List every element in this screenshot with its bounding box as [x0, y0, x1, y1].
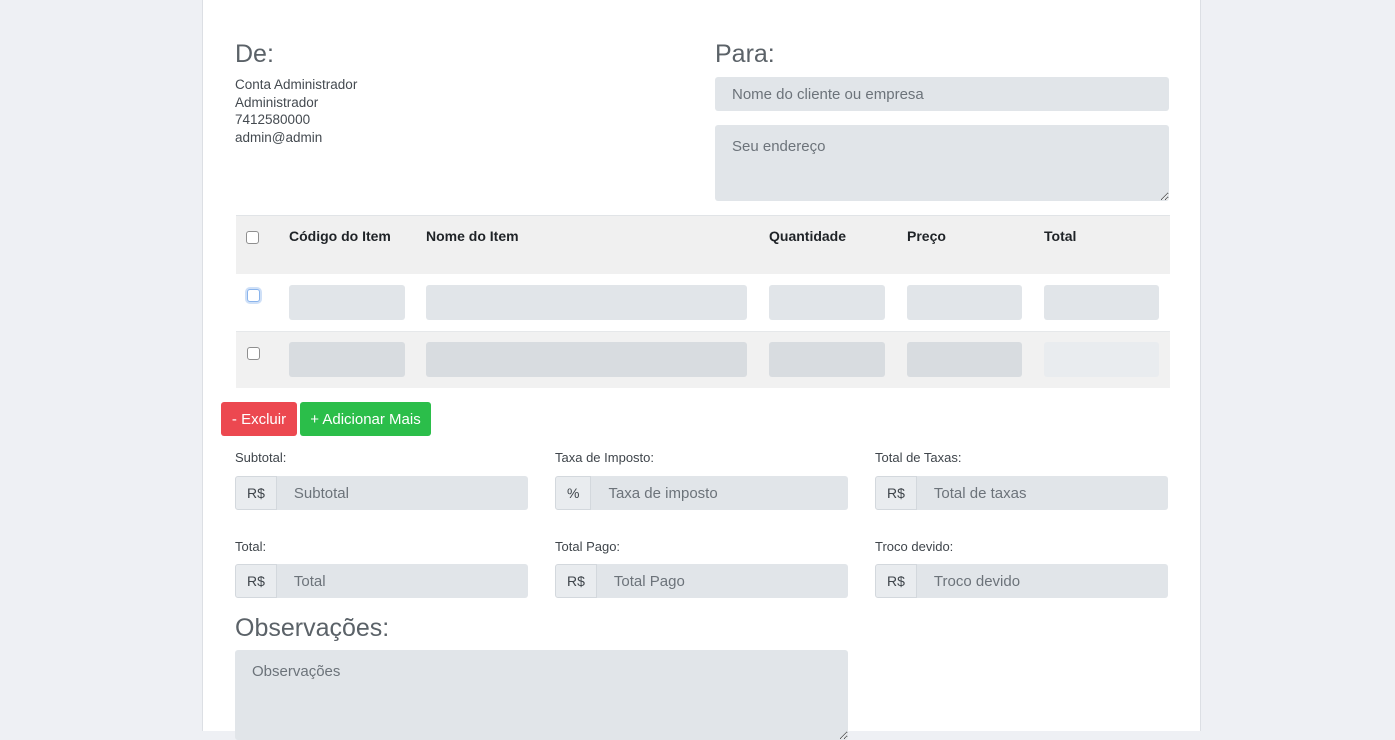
item-name-input[interactable]	[426, 285, 747, 320]
client-name-input[interactable]	[715, 77, 1169, 111]
tax-rate-label: Taxa de Imposto:	[555, 450, 654, 465]
to-title: Para:	[715, 40, 775, 68]
subtotal-label: Subtotal:	[235, 450, 287, 465]
tax-rate-group: %	[555, 476, 848, 510]
from-title: De:	[235, 40, 274, 68]
column-header-total: Total	[1044, 228, 1077, 244]
total-group: R$	[235, 564, 528, 598]
notes-title: Observações:	[235, 614, 390, 642]
currency-addon: R$	[235, 476, 277, 510]
tax-total-input[interactable]	[916, 476, 1168, 510]
from-name: Conta Administrador	[235, 77, 358, 92]
from-email: admin@admin	[235, 129, 323, 145]
item-quantity-input[interactable]	[769, 342, 885, 377]
tax-total-label: Total de Taxas:	[875, 450, 962, 465]
row-checkbox[interactable]	[247, 289, 260, 302]
from-details: Conta Administrador Administrador 741258…	[235, 76, 357, 146]
currency-addon: R$	[555, 564, 597, 598]
percent-addon: %	[555, 476, 592, 510]
paid-group: R$	[555, 564, 848, 598]
change-input[interactable]	[916, 564, 1168, 598]
tax-total-group: R$	[875, 476, 1168, 510]
item-total-input[interactable]	[1044, 285, 1159, 320]
paid-input[interactable]	[596, 564, 848, 598]
tax-rate-input[interactable]	[591, 476, 848, 510]
item-total-input[interactable]	[1044, 342, 1159, 377]
from-role: Administrador	[235, 94, 319, 110]
paid-label: Total Pago:	[555, 539, 621, 554]
item-code-input[interactable]	[289, 342, 405, 377]
invoice-card: De: Conta Administrador Administrador 74…	[202, 0, 1201, 740]
subtotal-input[interactable]	[276, 476, 528, 510]
currency-addon: R$	[235, 564, 277, 598]
item-name-input[interactable]	[426, 342, 747, 377]
notes-textarea[interactable]	[235, 650, 848, 740]
select-all-checkbox[interactable]	[246, 231, 259, 244]
from-phone: 7412580000	[235, 112, 311, 127]
row-checkbox[interactable]	[247, 347, 260, 360]
total-input[interactable]	[276, 564, 528, 598]
change-group: R$	[875, 564, 1168, 598]
currency-addon: R$	[875, 564, 917, 598]
item-quantity-input[interactable]	[769, 285, 885, 320]
item-price-input[interactable]	[907, 285, 1022, 320]
column-header-code: Código do Item	[289, 228, 391, 244]
change-label: Troco devido:	[875, 539, 954, 554]
items-table-header: Código do Item Nome do Item Quantidade P…	[236, 215, 1170, 275]
table-row	[236, 274, 1170, 331]
address-textarea[interactable]	[715, 125, 1169, 201]
column-header-quantity: Quantidade	[769, 228, 847, 244]
item-code-input[interactable]	[289, 285, 405, 320]
delete-rows-button[interactable]: - Excluir	[221, 402, 297, 436]
subtotal-group: R$	[235, 476, 528, 510]
add-row-button[interactable]: + Adicionar Mais	[300, 402, 431, 436]
column-header-name: Nome do Item	[426, 228, 519, 244]
currency-addon: R$	[875, 476, 917, 510]
item-price-input[interactable]	[907, 342, 1022, 377]
total-label: Total:	[235, 539, 267, 554]
table-row	[236, 331, 1170, 388]
column-header-price: Preço	[907, 228, 946, 244]
